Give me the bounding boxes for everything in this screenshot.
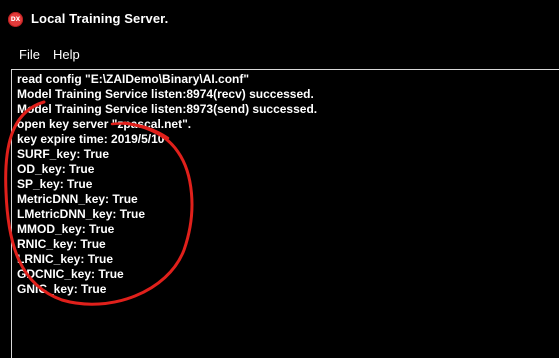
- menu-bar: File Help: [0, 44, 559, 66]
- log-line: LMetricDNN_key: True: [17, 207, 146, 221]
- log-line: RNIC_key: True: [17, 237, 106, 251]
- log-line: Model Training Service listen:8974(recv)…: [17, 87, 314, 101]
- log-line: SURF_key: True: [17, 147, 110, 161]
- log-lines: read config "E:\ZAIDemo\Binary\AI.conf" …: [17, 72, 317, 297]
- app-logo-icon[interactable]: DX: [8, 12, 23, 27]
- log-line: Model Training Service listen:8973(send)…: [17, 102, 318, 116]
- window-title: Local Training Server.: [31, 11, 169, 26]
- log-line: read config "E:\ZAIDemo\Binary\AI.conf": [17, 72, 250, 86]
- log-line: OD_key: True: [17, 162, 95, 176]
- menu-file[interactable]: File: [19, 47, 40, 62]
- log-line: GNIC_key: True: [17, 282, 107, 296]
- log-output-area[interactable]: read config "E:\ZAIDemo\Binary\AI.conf" …: [11, 69, 559, 358]
- log-line: open key server "zpascal.net".: [17, 117, 192, 131]
- log-line: key expire time: 2019/5/10: [17, 132, 165, 146]
- log-line: SP_key: True: [17, 177, 93, 191]
- log-line: LRNIC_key: True: [17, 252, 114, 266]
- log-line: MetricDNN_key: True: [17, 192, 138, 206]
- menu-help[interactable]: Help: [53, 47, 80, 62]
- app-window: DX Local Training Server. File Help read…: [0, 0, 559, 358]
- title-bar[interactable]: DX Local Training Server.: [0, 0, 559, 38]
- log-line: MMOD_key: True: [17, 222, 115, 236]
- log-line: GDCNIC_key: True: [17, 267, 124, 281]
